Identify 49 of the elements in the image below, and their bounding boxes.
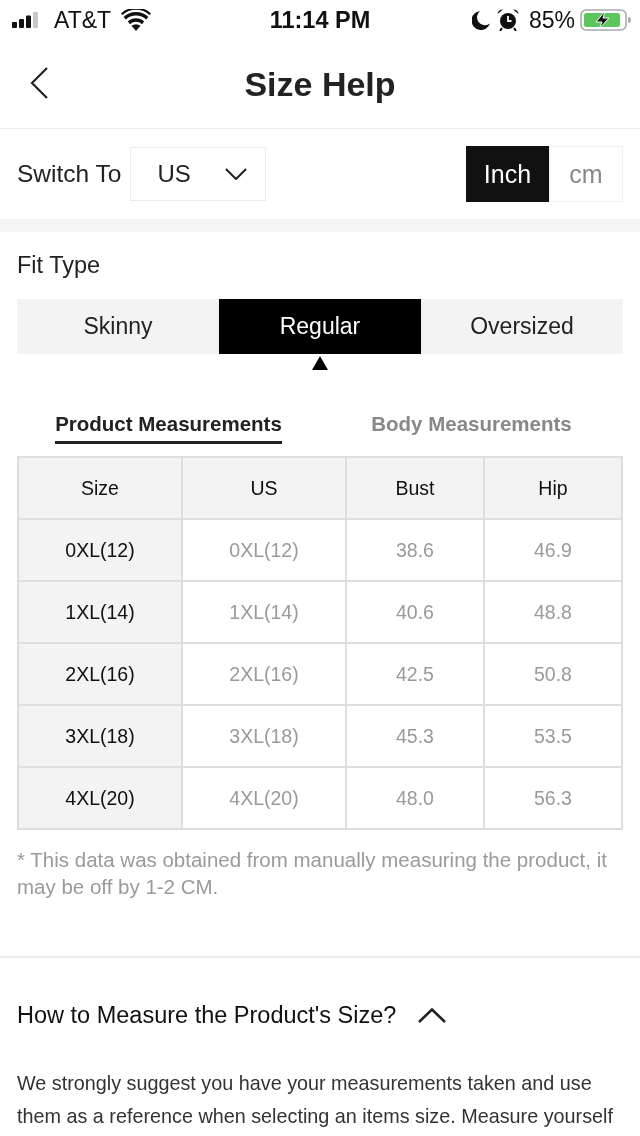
unit-toggle[interactable]: cm (549, 146, 623, 202)
table-cell: 4XL(20) (18, 767, 182, 829)
table-cell: 4XL(20) (182, 767, 346, 829)
section-heading: How to Measure the Product's Size? (17, 1002, 397, 1029)
table-cell: 45.3 (346, 705, 484, 767)
measurement-tab[interactable]: Product Measurements (55, 412, 282, 444)
table-cell: 46.9 (484, 519, 622, 581)
table-cell: 2XL(16) (18, 643, 182, 705)
instructions-paragraph: We strongly suggest you have your measurements taken and use them as a reference when selecting an items size. Measure yourself (17, 1071, 614, 1129)
fit-type-option[interactable]: Regular (219, 299, 421, 354)
region-value: US (157, 160, 191, 188)
table-cell: 38.6 (346, 519, 484, 581)
switch-to-label: Switch To (17, 160, 122, 188)
carrier-name: AT&T (54, 6, 112, 34)
fit-type-label: Fit Type (17, 252, 102, 278)
table-cell: 0XL(12) (18, 519, 182, 581)
battery-percent: 85% (528, 6, 575, 34)
table-cell: 48.8 (484, 581, 622, 643)
table-cell: 56.3 (484, 767, 622, 829)
page-title: Size Help (244, 64, 396, 104)
wifi-icon (121, 9, 152, 31)
table-cell: 53.5 (484, 705, 622, 767)
region-dropdown[interactable]: US (130, 147, 267, 201)
table-cell: 2XL(16) (182, 643, 346, 705)
table-cell: 50.8 (484, 643, 622, 705)
table-cell: 40.6 (346, 581, 484, 643)
table-cell: 3XL(18) (18, 705, 182, 767)
unit-toggle[interactable]: Inch (466, 146, 549, 202)
alarm-clock-icon (496, 9, 519, 31)
signal-icon (12, 12, 39, 28)
table-cell: 42.5 (346, 643, 484, 705)
back-icon[interactable] (30, 67, 48, 99)
moon-icon (471, 10, 490, 30)
column-header: US (182, 457, 346, 519)
column-header: Bust (346, 457, 484, 519)
table-cell: 3XL(18) (182, 705, 346, 767)
status-time: 11:14 PM (268, 6, 372, 34)
chevron-up-icon[interactable] (418, 1008, 447, 1023)
table-cell: 1XL(14) (182, 581, 346, 643)
table-cell: 48.0 (346, 767, 484, 829)
table-cell: 0XL(12) (182, 519, 346, 581)
column-header: Hip (484, 457, 622, 519)
table-cell: 1XL(14) (18, 581, 182, 643)
measurement-tab[interactable]: Body Measurements (371, 412, 572, 444)
selection-pointer-icon (312, 356, 328, 370)
battery-charging-icon (580, 9, 632, 31)
measurement-note: * This data was obtained from manually measuring the product, it may be off by 1-2 CM. (17, 847, 608, 900)
chevron-down-icon (225, 168, 248, 180)
column-header: Size (18, 457, 182, 519)
